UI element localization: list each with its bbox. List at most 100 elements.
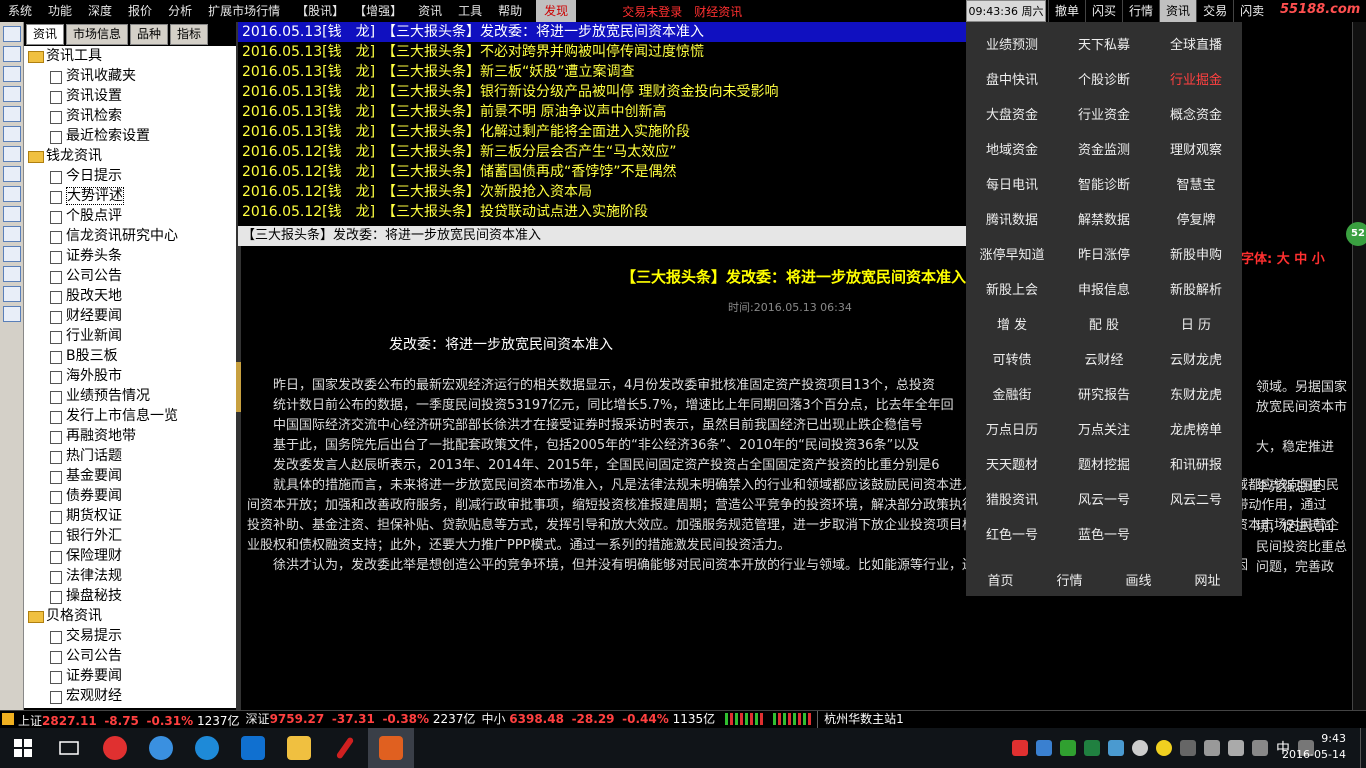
- tray-dot-icon[interactable]: [1180, 740, 1196, 756]
- forward-icon[interactable]: [3, 46, 21, 62]
- tray-network-tool-icon[interactable]: [1036, 740, 1052, 756]
- tree-item[interactable]: 证券要闻: [24, 666, 236, 686]
- menu-item[interactable]: 帮助: [490, 4, 530, 18]
- discover-menu-item[interactable]: 猎股资讯: [966, 483, 1058, 518]
- side-tab[interactable]: 品种: [130, 24, 169, 45]
- discover-menu-item[interactable]: 和讯研报: [1150, 448, 1242, 483]
- discover-menu-item[interactable]: 云财经: [1058, 343, 1150, 378]
- tree-item[interactable]: 最近检索设置: [24, 126, 236, 146]
- grid-icon[interactable]: [3, 106, 21, 122]
- discover-menu-item[interactable]: 申报信息: [1058, 273, 1150, 308]
- start-button[interactable]: [0, 728, 46, 768]
- f0-icon[interactable]: [3, 286, 21, 302]
- tray-plus-icon[interactable]: [1156, 740, 1172, 756]
- discover-menu-item[interactable]: 概念资金: [1150, 98, 1242, 133]
- news-row[interactable]: 2016.05.13[钱 龙] 【三大报头条】新三板“妖股”遭立案调查: [238, 62, 966, 82]
- side-tab[interactable]: 资讯: [26, 24, 65, 45]
- discover-menu-item[interactable]: 理财观察: [1150, 133, 1242, 168]
- discover-menu-item[interactable]: 风云一号: [1058, 483, 1150, 518]
- tree-item[interactable]: 海外股市: [24, 366, 236, 386]
- discover-menu-item[interactable]: 金融街: [966, 378, 1058, 413]
- tree-item[interactable]: 银行外汇: [24, 526, 236, 546]
- speaker-icon[interactable]: [1228, 740, 1244, 756]
- discover-menu-item[interactable]: 研究报告: [1058, 378, 1150, 413]
- discover-menu-item[interactable]: 涨停早知道: [966, 238, 1058, 273]
- news-row[interactable]: 2016.05.13[钱 龙] 【三大报头条】化解过剩产能将全面进入实施阶段: [238, 122, 966, 142]
- news-row[interactable]: 2016.05.13[钱 龙] 【三大报头条】发改委：将进一步放宽民间资本准入: [238, 22, 966, 42]
- right-tab[interactable]: 闪卖: [1233, 0, 1271, 22]
- tree-item[interactable]: 财经要闻: [24, 306, 236, 326]
- tree-item[interactable]: 证券头条: [24, 246, 236, 266]
- f10-icon[interactable]: [3, 186, 21, 202]
- tree-item[interactable]: 热门话题: [24, 446, 236, 466]
- discover-menu-item[interactable]: 新股申购: [1150, 238, 1242, 273]
- menu-item[interactable]: 资讯: [410, 4, 450, 18]
- menu-item[interactable]: 功能: [40, 4, 80, 18]
- discover-menu-bottom-link[interactable]: 行情: [1056, 570, 1082, 589]
- menu-item[interactable]: 扩展市场行情: [200, 4, 288, 18]
- menu-item[interactable]: 深度: [80, 4, 120, 18]
- quote-icon[interactable]: [3, 86, 21, 102]
- tree-folder[interactable]: 贝格资讯: [24, 606, 236, 626]
- right-tab[interactable]: 撤单: [1048, 0, 1086, 22]
- tree-folder[interactable]: 资讯工具: [24, 46, 236, 66]
- discover-menu-item[interactable]: 腾讯数据: [966, 203, 1058, 238]
- discover-menu-item[interactable]: 蓝色一号: [1058, 518, 1150, 553]
- tree-item[interactable]: 公司公告: [24, 646, 236, 666]
- discover-menu-item[interactable]: 智慧宝: [1150, 168, 1242, 203]
- tree-item[interactable]: 股改天地: [24, 286, 236, 306]
- discover-menu-item[interactable]: 风云二号: [1150, 483, 1242, 518]
- tree-item[interactable]: 业绩预告情况: [24, 386, 236, 406]
- news-icon[interactable]: [3, 226, 21, 242]
- discover-menu-item[interactable]: 智能诊断: [1058, 168, 1150, 203]
- discover-menu-item[interactable]: 云财龙虎: [1150, 343, 1242, 378]
- notification-badge[interactable]: 52: [1346, 222, 1366, 246]
- discover-menu-item[interactable]: 新股上会: [966, 273, 1058, 308]
- tree-item[interactable]: 资讯收藏夹: [24, 66, 236, 86]
- discover-menu-item[interactable]: 停复牌: [1150, 203, 1242, 238]
- fund-icon[interactable]: [3, 266, 21, 282]
- tree-item[interactable]: 资讯检索: [24, 106, 236, 126]
- info-icon[interactable]: [3, 206, 21, 222]
- menu-item[interactable]: 【增强】: [352, 4, 410, 18]
- discover-menu-item[interactable]: 资金监测: [1058, 133, 1150, 168]
- tray-app-icon[interactable]: [1108, 740, 1124, 756]
- tree-item[interactable]: 宏观财经: [24, 686, 236, 706]
- down-icon[interactable]: [3, 66, 21, 82]
- discover-menu-item[interactable]: 东财龙虎: [1150, 378, 1242, 413]
- news-row[interactable]: 2016.05.13[钱 龙] 【三大报头条】前景不明 原油争议声中创新高: [238, 102, 966, 122]
- tree-item[interactable]: 信龙资讯研究中心: [24, 226, 236, 246]
- menu-item[interactable]: 系统: [0, 4, 40, 18]
- discover-menu-item[interactable]: 配 股: [1058, 308, 1150, 343]
- news-row[interactable]: 2016.05.13[钱 龙] 【三大报头条】银行新设分级产品被叫停 理财资金投向…: [238, 82, 966, 102]
- right-tab[interactable]: 行情: [1122, 0, 1160, 22]
- finance-news-link[interactable]: 财经资讯: [688, 3, 748, 20]
- taskbar-app-edge[interactable]: [230, 728, 276, 768]
- discover-menu-item[interactable]: 龙虎榜单: [1150, 413, 1242, 448]
- menu-discover[interactable]: 发现: [536, 0, 577, 22]
- right-tab[interactable]: 资讯: [1159, 0, 1197, 22]
- discover-menu-item[interactable]: 解禁数据: [1058, 203, 1150, 238]
- tray-shield-icon[interactable]: [1084, 740, 1100, 756]
- tree-item[interactable]: 再融资地带: [24, 426, 236, 446]
- menu-item[interactable]: 工具: [450, 4, 490, 18]
- discover-menu-item[interactable]: 大盘资金: [966, 98, 1058, 133]
- tree-item[interactable]: 个股点评: [24, 206, 236, 226]
- discover-menu-item[interactable]: 天天题材: [966, 448, 1058, 483]
- news-row[interactable]: 2016.05.12[钱 龙] 【三大报头条】投贷联动试点进入实施阶段: [238, 202, 966, 222]
- message-icon[interactable]: [1252, 740, 1268, 756]
- taskbar-app-browser[interactable]: [138, 728, 184, 768]
- tree-item[interactable]: 公司公告: [24, 266, 236, 286]
- tree-item[interactable]: 基金要闻: [24, 466, 236, 486]
- menu-item[interactable]: 【股讯】: [288, 4, 352, 18]
- discover-menu-item[interactable]: 增 发: [966, 308, 1058, 343]
- discover-menu-item[interactable]: 业绩预测: [966, 28, 1058, 63]
- up-icon[interactable]: [3, 26, 21, 42]
- discover-menu-item[interactable]: 万点日历: [966, 413, 1058, 448]
- gear-icon[interactable]: [3, 306, 21, 322]
- tree-item[interactable]: 债券要闻: [24, 486, 236, 506]
- discover-menu-item[interactable]: 题材挖掘: [1058, 448, 1150, 483]
- candle-icon[interactable]: [3, 146, 21, 162]
- bar-chart-icon[interactable]: [3, 166, 21, 182]
- taskbar-app-sogou[interactable]: [92, 728, 138, 768]
